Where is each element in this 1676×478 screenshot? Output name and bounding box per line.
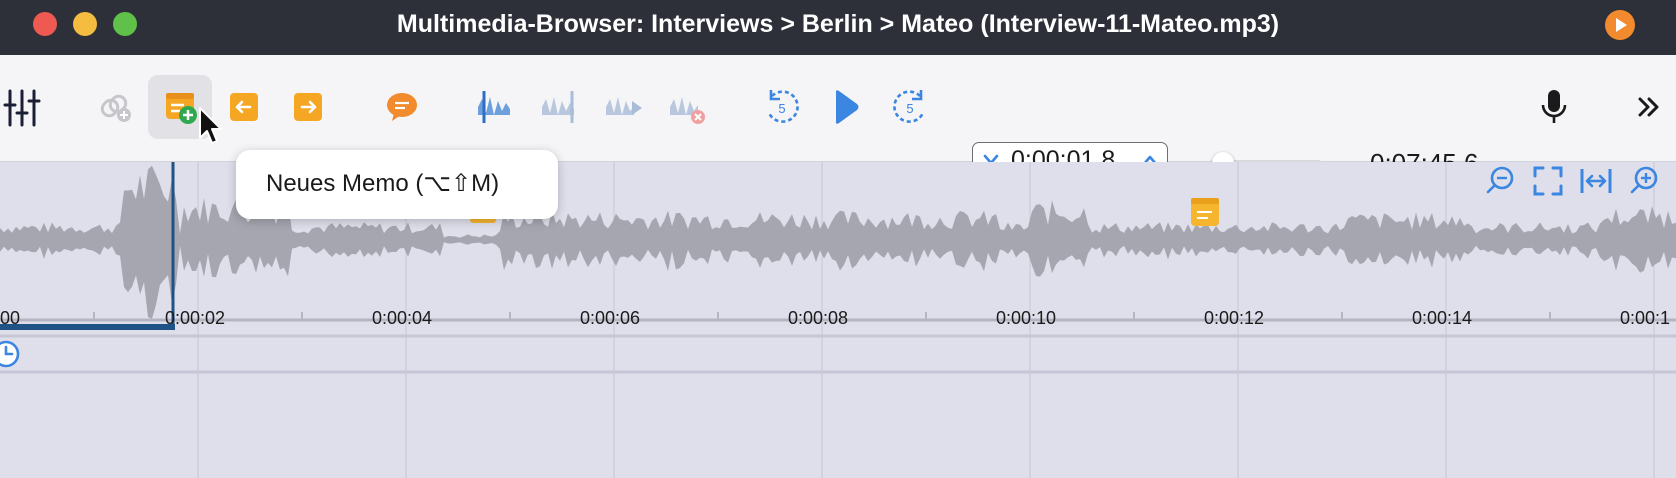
forward-button[interactable]: 5 — [878, 75, 942, 139]
segment-delete-icon — [670, 97, 705, 124]
memo-next-icon — [294, 93, 322, 121]
memo-next-button[interactable] — [276, 75, 340, 139]
comment-button[interactable] — [370, 75, 434, 139]
segment-delete-button[interactable] — [656, 75, 720, 139]
timeline-tick-label: 0:00:06 — [580, 308, 641, 328]
mixer-button[interactable] — [0, 75, 64, 139]
fit-width-icon[interactable] — [1578, 163, 1614, 199]
toolbar-overflow-button[interactable] — [1616, 75, 1676, 139]
play-button[interactable] — [814, 75, 878, 139]
tooltip-text: Neues Memo (⌥⇧M) — [266, 170, 500, 197]
zoom-out-icon[interactable] — [1482, 163, 1518, 199]
segment-start-button[interactable] — [464, 75, 528, 139]
segment-play-button[interactable] — [592, 75, 656, 139]
timeline-tick-label: 0:00:02 — [165, 308, 226, 328]
tooltip: Neues Memo (⌥⇧M) — [236, 150, 558, 219]
play-icon — [836, 90, 859, 124]
segment-start-icon — [478, 91, 510, 123]
timeline-tick-label: 0:00:08 — [788, 308, 849, 328]
timeline-tick-label: 0:00:10 — [996, 308, 1057, 328]
timeline-tick-label: 0:00:1 — [1620, 308, 1671, 328]
memo-marker-icon[interactable] — [1190, 197, 1220, 227]
forward-5-icon: 5 — [893, 90, 925, 123]
toolbar: 5 5 0:00:01.8 0:07:45.6 — [0, 55, 1676, 178]
timeline-tick-label: 00 — [0, 308, 21, 328]
fit-screen-icon[interactable] — [1530, 163, 1566, 199]
microphone-icon — [1541, 90, 1567, 123]
timeline-tick-label: 0:00:14 — [1412, 308, 1473, 328]
clock-icon[interactable] — [0, 338, 24, 370]
overflow-chevron-icon — [1638, 97, 1659, 117]
rewind-button[interactable]: 5 — [750, 75, 814, 139]
microphone-button[interactable] — [1522, 75, 1586, 139]
mouse-cursor-icon — [199, 107, 222, 144]
window-title: Multimedia-Browser: Interviews > Berlin … — [396, 10, 1280, 38]
timeline-tick-label: 0:00:04 — [372, 308, 433, 328]
segment-play-icon — [606, 97, 642, 115]
svg-text:5: 5 — [906, 101, 913, 116]
rewind-5-icon: 5 — [767, 90, 799, 123]
link-add-button[interactable] — [86, 75, 150, 139]
timeline-tick-label: 0:00:12 — [1204, 308, 1265, 328]
svg-text:5: 5 — [778, 101, 785, 116]
title-bar: Multimedia-Browser: Interviews > Berlin … — [0, 0, 1676, 55]
mixer-sliders-icon — [3, 89, 41, 127]
zoom-in-icon[interactable] — [1626, 163, 1662, 199]
segment-end-icon — [542, 91, 574, 123]
comment-icon — [387, 93, 417, 121]
segment-end-button[interactable] — [528, 75, 592, 139]
play-circle-icon[interactable] — [1604, 9, 1636, 41]
link-add-icon — [100, 94, 131, 122]
